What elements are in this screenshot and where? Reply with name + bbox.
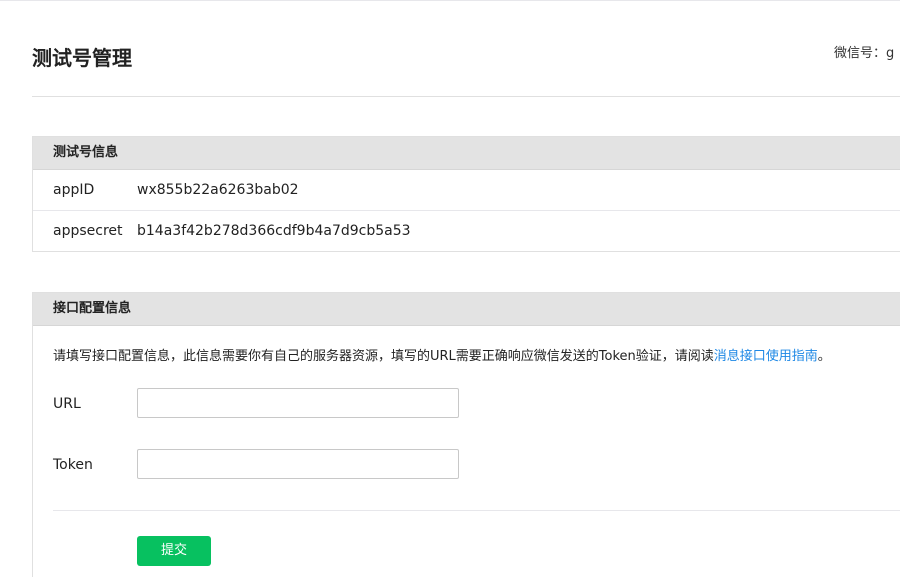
page-header: 测试号管理 微信号：g bbox=[32, 0, 900, 97]
interface-config-panel: 接口配置信息 请填写接口配置信息，此信息需要你有自己的服务器资源，填写的URL需… bbox=[32, 292, 900, 577]
appid-label: appID bbox=[53, 182, 95, 198]
wechat-id-label: 微信号： bbox=[834, 46, 887, 61]
appsecret-value: b14a3f42b278d366cdf9b4a7d9cb5a53 bbox=[137, 223, 411, 239]
interface-config-panel-title: 接口配置信息 bbox=[33, 293, 900, 326]
form-divider bbox=[53, 510, 900, 511]
description-suffix: 。 bbox=[817, 349, 831, 364]
page-title: 测试号管理 bbox=[32, 46, 132, 70]
url-input[interactable] bbox=[137, 388, 459, 418]
test-account-panel-title: 测试号信息 bbox=[33, 137, 900, 170]
url-label: URL bbox=[53, 396, 81, 412]
description-text: 请填写接口配置信息，此信息需要你有自己的服务器资源，填写的URL需要正确响应微信… bbox=[53, 349, 714, 364]
interface-config-description: 请填写接口配置信息，此信息需要你有自己的服务器资源，填写的URL需要正确响应微信… bbox=[53, 345, 831, 364]
test-account-panel: 测试号信息 appID wx855b22a6263bab02 appsecret b… bbox=[32, 136, 900, 252]
wechat-id-value: g bbox=[886, 46, 895, 61]
appid-value: wx855b22a6263bab02 bbox=[137, 182, 299, 198]
token-label: Token bbox=[53, 457, 93, 473]
appid-row: appID wx855b22a6263bab02 bbox=[33, 170, 900, 210]
wechat-id: 微信号：g bbox=[834, 42, 894, 61]
token-input[interactable] bbox=[137, 449, 459, 479]
page: 测试号管理 微信号：g 测试号信息 appID wx855b22a6263bab0… bbox=[0, 0, 900, 577]
message-api-guide-link[interactable]: 消息接口使用指南 bbox=[714, 349, 818, 364]
appsecret-row: appsecret b14a3f42b278d366cdf9b4a7d9cb5a5… bbox=[33, 210, 900, 251]
submit-button[interactable]: 提交 bbox=[137, 536, 211, 566]
appsecret-label: appsecret bbox=[53, 223, 123, 239]
